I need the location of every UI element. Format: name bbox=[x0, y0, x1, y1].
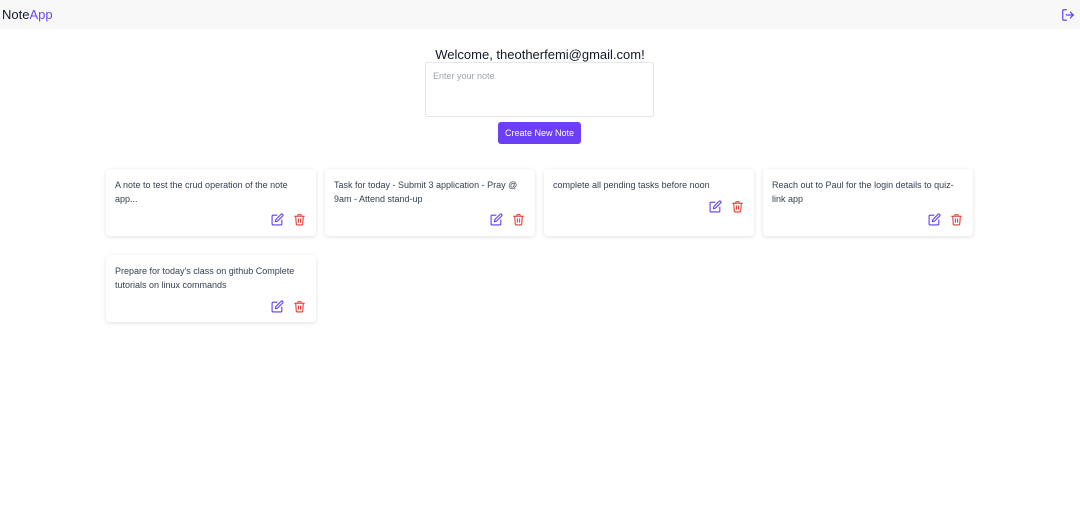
note-text: Reach out to Paul for the login details … bbox=[772, 180, 954, 204]
trash-icon[interactable] bbox=[730, 199, 744, 213]
note-input[interactable] bbox=[425, 62, 654, 117]
trash-icon[interactable] bbox=[511, 212, 525, 226]
note-actions bbox=[708, 199, 744, 213]
brand-accent: App bbox=[29, 7, 53, 22]
edit-icon[interactable] bbox=[927, 212, 941, 226]
navbar: NoteApp bbox=[0, 0, 1080, 29]
logout-icon[interactable] bbox=[1060, 7, 1076, 23]
note-text: Prepare for today's class on github Comp… bbox=[115, 266, 295, 290]
edit-icon[interactable] bbox=[708, 199, 722, 213]
note-text: A note to test the crud operation of the… bbox=[115, 180, 288, 204]
note-text: Task for today - Submit 3 application - … bbox=[334, 180, 518, 204]
note-card: complete all pending tasks before noon bbox=[544, 169, 754, 236]
note-card: Reach out to Paul for the login details … bbox=[763, 169, 973, 236]
note-actions bbox=[270, 299, 306, 313]
note-actions bbox=[489, 212, 525, 226]
note-card: Task for today - Submit 3 application - … bbox=[325, 169, 535, 236]
edit-icon[interactable] bbox=[270, 212, 284, 226]
note-actions bbox=[927, 212, 963, 226]
trash-icon[interactable] bbox=[949, 212, 963, 226]
trash-icon[interactable] bbox=[292, 299, 306, 313]
trash-icon[interactable] bbox=[292, 212, 306, 226]
brand-main: Note bbox=[2, 7, 30, 22]
note-card: A note to test the crud operation of the… bbox=[106, 169, 316, 236]
note-actions bbox=[270, 212, 306, 226]
edit-icon[interactable] bbox=[489, 212, 503, 226]
note-text: complete all pending tasks before noon bbox=[553, 180, 710, 190]
welcome-message: Welcome, theotherfemi@gmail.com! bbox=[435, 47, 645, 62]
edit-icon[interactable] bbox=[270, 299, 284, 313]
app-logo[interactable]: NoteApp bbox=[2, 7, 53, 22]
note-card: Prepare for today's class on github Comp… bbox=[106, 255, 316, 322]
create-note-button[interactable]: Create New Note bbox=[498, 122, 581, 144]
